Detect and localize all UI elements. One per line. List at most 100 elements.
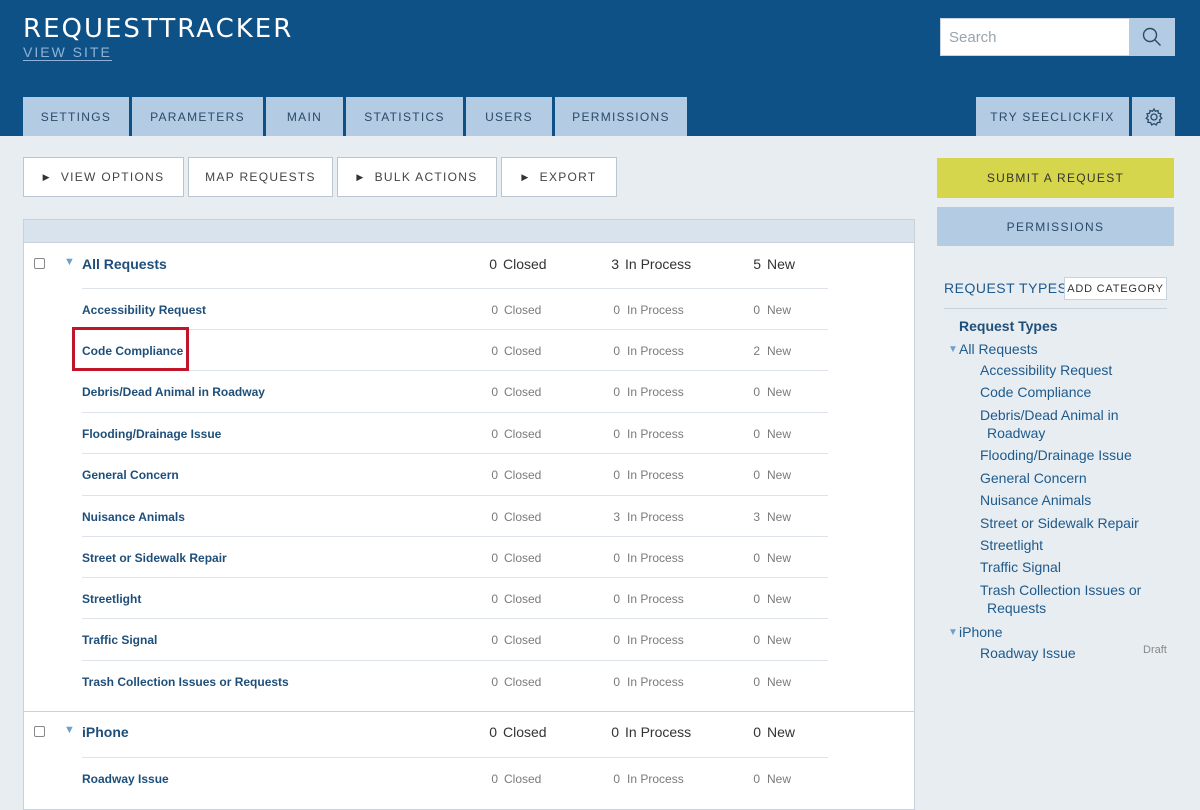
new-label: New [767, 344, 792, 358]
new-count: 3 [753, 510, 760, 524]
tree-group-iphone[interactable]: iPhone [959, 624, 1003, 640]
new-label: New [767, 256, 796, 272]
view-options-button[interactable]: ▶ VIEW OPTIONS [23, 157, 184, 197]
request-type-link[interactable]: General Concern [82, 468, 179, 482]
in-process-label: In Process [627, 592, 684, 606]
new-count: 0 [753, 385, 760, 399]
in-process-count: 0 [613, 772, 620, 786]
permissions-button[interactable]: PERMISSIONS [937, 207, 1174, 246]
table-row: Nuisance Animals 0 Closed 3 In Process 3… [82, 495, 828, 536]
tree-item[interactable]: Roadway Issue [980, 644, 1150, 662]
chevron-down-icon[interactable]: ▼ [948, 344, 958, 355]
highlight-box [72, 327, 189, 371]
tree-item[interactable]: Trash Collection Issues or Requests [980, 581, 1150, 617]
table-row: Flooding/Drainage Issue 0 Closed 0 In Pr… [82, 412, 828, 453]
request-type-link[interactable]: Accessibility Request [82, 303, 206, 317]
tree-item[interactable]: Nuisance Animals [980, 491, 1150, 509]
in-process-count: 0 [613, 592, 620, 606]
settings-button[interactable] [1132, 97, 1175, 136]
tree-item-line: Debris/Dead Animal in [980, 407, 1119, 423]
new-label: New [767, 385, 792, 399]
request-type-link[interactable]: Nuisance Animals [82, 510, 185, 524]
chevron-down-icon[interactable]: ▼ [64, 256, 75, 268]
tab-permissions[interactable]: PERMISSIONS [555, 97, 687, 136]
try-seeclickfix-button[interactable]: TRY SEECLICKFIX [976, 97, 1129, 136]
add-category-button[interactable]: ADD CATEGORY [1064, 277, 1167, 300]
search-input[interactable] [940, 18, 1130, 56]
tab-main[interactable]: MAIN [266, 97, 343, 136]
chevron-down-icon[interactable]: ▼ [64, 724, 75, 736]
new-label: New [767, 303, 792, 317]
tree-item[interactable]: Flooding/Drainage Issue [980, 446, 1150, 464]
submit-request-button[interactable]: SUBMIT A REQUEST [937, 158, 1174, 198]
request-type-link[interactable]: Flooding/Drainage Issue [82, 427, 221, 441]
app-title: REQUESTTRACKER [23, 14, 294, 44]
request-type-link[interactable]: Roadway Issue [82, 772, 169, 786]
tree-item[interactable]: Traffic Signal [980, 558, 1150, 576]
group-row-iphone: ▼ iPhone 0 Closed 0 In Process 0 New [24, 712, 914, 757]
closed-count: 0 [491, 592, 498, 606]
chevron-down-icon[interactable]: ▼ [948, 627, 958, 638]
group-row-all-requests: ▼ All Requests 0 Closed 3 In Process 5 N… [24, 242, 914, 287]
new-label: New [767, 675, 792, 689]
tree-item[interactable]: Accessibility Request [980, 361, 1150, 379]
tree-item-line: Trash Collection Issues or [980, 582, 1142, 598]
group-checkbox[interactable] [34, 258, 45, 269]
closed-count: 0 [491, 772, 498, 786]
group-name[interactable]: All Requests [82, 256, 167, 272]
tab-statistics[interactable]: STATISTICS [346, 97, 463, 136]
tab-parameters[interactable]: PARAMETERS [132, 97, 263, 136]
tree-item-line: Roadway [987, 425, 1046, 441]
view-site-link[interactable]: VIEW SITE [23, 45, 112, 61]
table-row: Traffic Signal 0 Closed 0 In Process 0 N… [82, 618, 828, 659]
tree-item[interactable]: Code Compliance [980, 383, 1150, 401]
in-process-count: 0 [613, 344, 620, 358]
tree-item[interactable]: Street or Sidewalk Repair [980, 514, 1150, 532]
requests-table: ▼ All Requests 0 Closed 3 In Process 5 N… [23, 219, 915, 810]
group-checkbox[interactable] [34, 726, 45, 737]
play-icon: ▶ [356, 171, 365, 182]
in-process-label: In Process [627, 675, 684, 689]
in-process-count: 0 [611, 724, 619, 740]
table-row: Code Compliance 0 Closed 0 In Process 2 … [82, 329, 828, 370]
in-process-label: In Process [627, 633, 684, 647]
tree-item[interactable]: Streetlight [980, 536, 1150, 554]
closed-label: Closed [504, 675, 542, 689]
request-type-link[interactable]: Debris/Dead Animal in Roadway [82, 385, 265, 399]
closed-count: 0 [491, 633, 498, 647]
tab-settings[interactable]: SETTINGS [23, 97, 129, 136]
closed-count: 0 [491, 468, 498, 482]
closed-count: 0 [491, 551, 498, 565]
export-button[interactable]: ▶ EXPORT [501, 157, 617, 197]
new-count: 0 [753, 675, 760, 689]
tree-item[interactable]: General Concern [980, 469, 1150, 487]
search-button[interactable] [1129, 18, 1175, 56]
new-label: New [767, 551, 792, 565]
table-row: Debris/Dead Animal in Roadway 0 Closed 0… [82, 370, 828, 411]
table-row: Street or Sidewalk Repair 0 Closed 0 In … [82, 536, 828, 577]
closed-label: Closed [504, 592, 542, 606]
tree-item-line: Requests [987, 600, 1047, 616]
new-count: 0 [753, 427, 760, 441]
closed-count: 0 [489, 724, 497, 740]
new-count: 0 [753, 303, 760, 317]
table-row: Streetlight 0 Closed 0 In Process 0 New [82, 577, 828, 618]
new-label: New [767, 468, 792, 482]
map-requests-button[interactable]: MAP REQUESTS [188, 157, 333, 197]
request-type-link[interactable]: Streetlight [82, 592, 141, 606]
tree-group-all-requests[interactable]: All Requests [959, 341, 1038, 357]
request-type-link[interactable]: Trash Collection Issues or Requests [82, 675, 289, 689]
request-type-link[interactable]: Street or Sidewalk Repair [82, 551, 227, 565]
group-name[interactable]: iPhone [82, 724, 129, 740]
new-count: 0 [753, 551, 760, 565]
tree-item[interactable]: Debris/Dead Animal in Roadway [980, 406, 1150, 442]
request-type-link[interactable]: Traffic Signal [82, 633, 157, 647]
bulk-actions-button[interactable]: ▶ BULK ACTIONS [337, 157, 497, 197]
view-options-label: VIEW OPTIONS [60, 170, 165, 184]
in-process-count: 0 [613, 468, 620, 482]
closed-count: 0 [489, 256, 497, 272]
table-row: Trash Collection Issues or Requests 0 Cl… [82, 660, 828, 701]
tab-users[interactable]: USERS [466, 97, 552, 136]
gear-icon [1144, 107, 1163, 126]
in-process-count: 0 [613, 427, 620, 441]
